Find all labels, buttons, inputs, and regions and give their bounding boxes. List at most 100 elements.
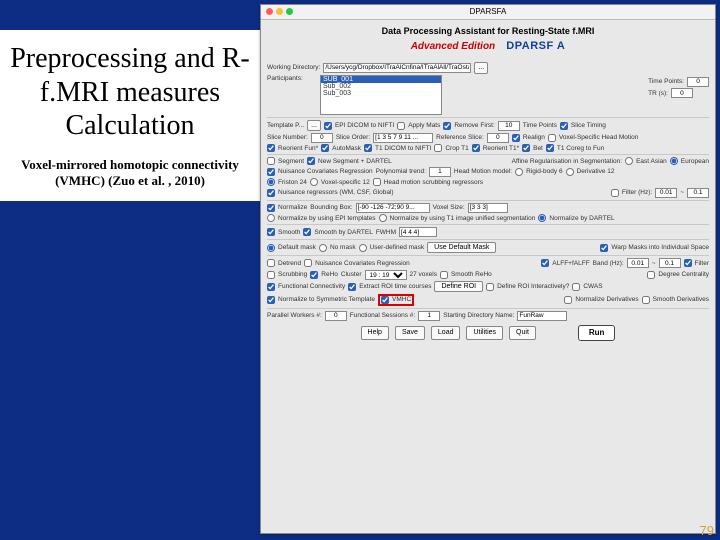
automask-checkbox[interactable] [321, 144, 329, 152]
bbox-input[interactable] [356, 203, 430, 213]
working-dir-label: Working Directory: [267, 64, 320, 71]
degree-centrality-checkbox[interactable] [647, 271, 655, 279]
norm-dartel-radio[interactable] [538, 214, 546, 222]
user-mask-radio[interactable] [359, 244, 367, 252]
edition-label: Advanced Edition [411, 41, 495, 52]
working-dir-browse-button[interactable]: ... [474, 62, 488, 74]
norm-deriv-checkbox[interactable] [564, 296, 572, 304]
start-dir-input[interactable] [517, 311, 567, 321]
participants-list[interactable]: SUB_001 Sub_002 Sub_003 [320, 75, 442, 115]
vmhc-checkbox[interactable] [381, 296, 389, 304]
template-browse-button[interactable]: ... [307, 120, 321, 131]
load-button[interactable]: Load [431, 326, 461, 340]
smooth-deriv-checkbox[interactable] [642, 296, 650, 304]
poly-trend-input[interactable] [429, 167, 451, 177]
apply-mats-checkbox[interactable] [397, 122, 405, 130]
smooth-reho-checkbox[interactable] [440, 271, 448, 279]
timepoints-input[interactable] [687, 77, 709, 87]
zoom-icon[interactable] [286, 8, 293, 15]
cwas-checkbox[interactable] [572, 283, 580, 291]
no-mask-radio[interactable] [319, 244, 327, 252]
hmm-deriv-radio[interactable] [566, 168, 574, 176]
nuisance-cov-checkbox[interactable] [267, 168, 275, 176]
define-roi-button[interactable]: Define ROI [434, 281, 483, 292]
band-high-input[interactable] [659, 258, 681, 268]
quit-button[interactable]: Quit [509, 326, 536, 340]
ncr2-checkbox[interactable] [304, 259, 312, 267]
nuisance-reg-checkbox[interactable] [267, 189, 275, 197]
save-button[interactable]: Save [395, 326, 425, 340]
tr-label: TR (s): [648, 90, 668, 97]
norm-epi-radio[interactable] [267, 214, 275, 222]
use-default-mask-button[interactable]: Use Default Mask [427, 242, 496, 253]
hm-scrub-checkbox[interactable] [373, 178, 381, 186]
voxel12-radio[interactable] [310, 178, 318, 186]
normalize-checkbox[interactable] [267, 204, 275, 212]
filter-low-input[interactable] [655, 188, 677, 198]
tr-input[interactable] [671, 88, 693, 98]
band-low-input[interactable] [627, 258, 649, 268]
window-titlebar: DPARSFA [261, 5, 715, 20]
scrubbing-checkbox[interactable] [267, 271, 275, 279]
t1-coreg-checkbox[interactable] [546, 144, 554, 152]
hmm-rigid-radio[interactable] [515, 168, 523, 176]
fc-checkbox[interactable] [267, 283, 275, 291]
vmhc-highlight: VMHC [378, 294, 414, 306]
parallel-workers-input[interactable] [325, 311, 347, 321]
remove-first-input[interactable] [498, 121, 520, 131]
brand-label: DPARSF A [506, 40, 565, 52]
warp-masks-checkbox[interactable] [600, 244, 608, 252]
slice-timing-checkbox[interactable] [560, 122, 568, 130]
european-radio[interactable] [670, 157, 678, 165]
filter-hz-checkbox[interactable] [611, 189, 619, 197]
working-dir-input[interactable] [323, 63, 471, 73]
app-header: Data Processing Assistant for Resting-St… [261, 20, 715, 40]
smooth-checkbox[interactable] [267, 228, 275, 236]
norm-sym-checkbox[interactable] [267, 296, 275, 304]
alff-checkbox[interactable] [541, 259, 549, 267]
slide-subtitle: Voxel-mirrored homotopic connectivity (V… [2, 151, 258, 199]
page-number: 79 [700, 523, 714, 538]
slide-title: Preprocessing and R-f.MRI measures Calcu… [2, 32, 258, 151]
cluster-select[interactable]: 19 : 19 [365, 270, 407, 280]
utilities-button[interactable]: Utilities [466, 326, 503, 340]
list-item[interactable]: SUB_001 [321, 76, 441, 83]
new-segment-checkbox[interactable] [307, 157, 315, 165]
list-item[interactable]: Sub_003 [321, 90, 441, 97]
template-label: Template P... [267, 122, 304, 129]
bet-checkbox[interactable] [522, 144, 530, 152]
norm-t1-radio[interactable] [379, 214, 387, 222]
ref-slice-input[interactable] [487, 133, 509, 143]
segment-checkbox[interactable] [267, 157, 275, 165]
default-mask-radio[interactable] [267, 244, 275, 252]
reorient-fun-checkbox[interactable] [267, 144, 275, 152]
timepoints-label: Time Points: [648, 78, 684, 85]
realign-checkbox[interactable] [512, 134, 520, 142]
minimize-icon[interactable] [276, 8, 283, 15]
func-sessions-input[interactable] [418, 311, 440, 321]
epi-dicom-checkbox[interactable] [324, 122, 332, 130]
participants-label: Participants: [267, 75, 317, 82]
help-button[interactable]: Help [361, 326, 389, 340]
filter-high-input[interactable] [687, 188, 709, 198]
reorient-t1-checkbox[interactable] [472, 144, 480, 152]
detrend-checkbox[interactable] [267, 259, 275, 267]
voxel-size-input[interactable] [468, 203, 508, 213]
voxel-hm-checkbox[interactable] [548, 134, 556, 142]
fwhm-input[interactable] [399, 227, 437, 237]
filter-checkbox[interactable] [684, 259, 692, 267]
crop-t1-checkbox[interactable] [434, 144, 442, 152]
t1-dicom-checkbox[interactable] [364, 144, 372, 152]
reho-checkbox[interactable] [310, 271, 318, 279]
slice-order-input[interactable] [373, 133, 433, 143]
remove-first-checkbox[interactable] [443, 122, 451, 130]
slice-number-input[interactable] [311, 133, 333, 143]
run-button[interactable]: Run [578, 325, 616, 341]
friston24-radio[interactable] [267, 178, 275, 186]
extract-roi-checkbox[interactable] [348, 283, 356, 291]
list-item[interactable]: Sub_002 [321, 83, 441, 90]
east-asian-radio[interactable] [625, 157, 633, 165]
roi-interactive-checkbox[interactable] [486, 283, 494, 291]
smooth-dartel-checkbox[interactable] [303, 228, 311, 236]
close-icon[interactable] [266, 8, 273, 15]
